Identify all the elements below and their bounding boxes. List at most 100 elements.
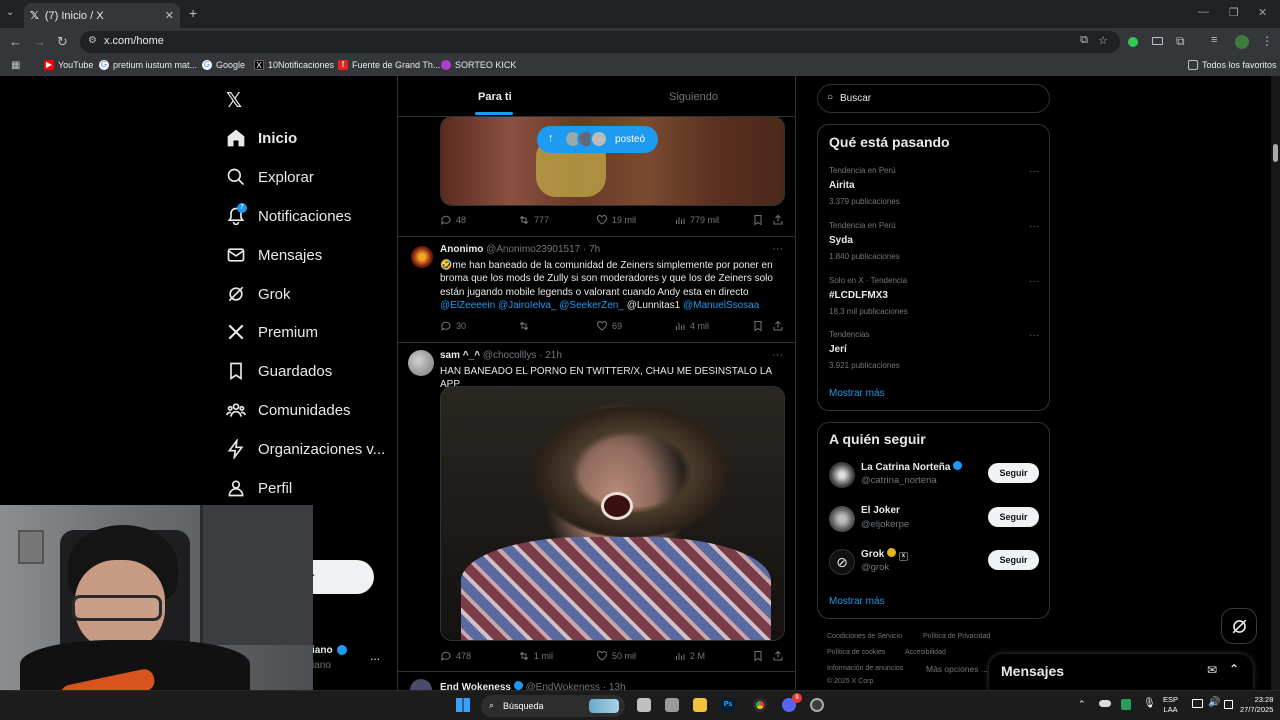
bookmark-button[interactable] [752, 214, 768, 226]
tab-for-you[interactable]: Para ti [478, 91, 512, 103]
show-more-follow-link[interactable]: Mostrar más [829, 596, 885, 607]
bookmark-button[interactable] [752, 320, 768, 332]
file-explorer-icon[interactable] [693, 698, 707, 712]
author-handle[interactable]: @EndWokeness [526, 682, 600, 690]
nav-home[interactable]: Inicio [226, 126, 297, 150]
author-name[interactable]: sam ^_^ [440, 350, 480, 361]
mention-link[interactable]: @JairoIelva_ [498, 300, 557, 311]
nav-communities[interactable]: Comunidades [226, 398, 351, 422]
trend-item[interactable]: Tendencia en Perú Syda 1.840 publicacion… [829, 221, 1039, 261]
account-more-icon[interactable]: ... [370, 649, 380, 663]
chrome-menu-icon[interactable]: ⋮ [1261, 34, 1273, 48]
onedrive-icon[interactable] [1099, 700, 1111, 707]
close-tab-icon[interactable]: ✕ [165, 9, 174, 22]
microphone-icon[interactable]: 🎙 [1143, 698, 1156, 709]
app-icon[interactable] [665, 698, 679, 712]
site-info-icon[interactable]: ⚙ [88, 35, 97, 46]
reload-icon[interactable]: ↻ [57, 34, 68, 50]
author-name[interactable]: End Wokeness [440, 682, 511, 690]
footer-ads-info-link[interactable]: Información de anuncios [827, 665, 903, 672]
author-handle[interactable]: @Anonimo23901517 [486, 244, 580, 255]
scrollbar-thumb[interactable] [1273, 144, 1278, 162]
post-more-icon[interactable]: ··· [772, 243, 783, 255]
mention-link[interactable]: @ElZeeeein [440, 300, 495, 311]
reply-button[interactable]: 478 [440, 650, 471, 662]
nav-messages[interactable]: Mensajes [226, 243, 322, 267]
language-indicator[interactable]: ESP LAA [1163, 695, 1178, 715]
trend-item[interactable]: Tendencia en Perú Airita 3.379 publicaci… [829, 166, 1039, 206]
reply-button[interactable]: 48 [440, 214, 466, 226]
url-input[interactable]: ⚙ x.com/home ⧉ ☆ [80, 31, 1120, 53]
profile-avatar[interactable] [1235, 35, 1249, 49]
post-time[interactable]: · 21h [539, 350, 562, 361]
trend-item[interactable]: Solo en X · Tendencia #LCDLFMX3 18,3 mil… [829, 276, 1039, 316]
app-icon[interactable] [810, 698, 824, 712]
nav-profile[interactable]: Perfil [226, 476, 292, 500]
discord-icon[interactable]: 9 [782, 693, 802, 712]
defender-icon[interactable] [1121, 699, 1131, 710]
nav-explore[interactable]: Explorar [226, 165, 314, 189]
extension-green-icon[interactable] [1128, 37, 1138, 47]
post-media[interactable] [440, 386, 785, 641]
views-button[interactable]: 4 mil [674, 320, 709, 332]
follow-button[interactable]: Seguir [988, 463, 1039, 483]
avatar[interactable] [829, 506, 855, 532]
bookmark-sorteo-kick[interactable]: SORTEO KICK [441, 60, 516, 70]
views-button[interactable]: 2 M [674, 650, 705, 662]
follow-button[interactable]: Seguir [988, 507, 1039, 527]
bookmark-youtube[interactable]: ▶ YouTube [44, 60, 93, 70]
mention-link[interactable]: @ManuelSsosaa [683, 300, 759, 311]
all-bookmarks[interactable]: Todos los favoritos [1188, 60, 1277, 70]
clock[interactable]: 23:28 27/7/2025 [1240, 695, 1273, 715]
repost-button[interactable]: 777 [518, 214, 549, 226]
author-name[interactable]: Anonimo [440, 244, 483, 255]
grok-avatar[interactable]: ⊘ [829, 549, 855, 575]
restore-icon[interactable]: ❐ [1229, 6, 1239, 19]
reply-button[interactable]: 30 [440, 320, 466, 332]
post-time[interactable]: · 7h [583, 244, 600, 255]
trend-more-icon[interactable]: ··· [1029, 166, 1039, 177]
windows-start-icon[interactable] [456, 698, 470, 712]
forward-icon[interactable]: → [33, 34, 46, 49]
share-button[interactable] [772, 320, 788, 332]
browser-tab[interactable]: 𝕏 (7) Inicio / X ✕ [24, 3, 180, 28]
expand-drawer-icon[interactable]: ⌃ [1229, 662, 1239, 676]
trend-more-icon[interactable]: ··· [1029, 330, 1039, 341]
avatar[interactable] [408, 350, 434, 376]
repost-button[interactable]: 1 mil [518, 650, 553, 662]
messages-drawer[interactable]: Mensajes ✉ ⌃ [989, 654, 1253, 690]
reading-list-icon[interactable]: ≡ [1211, 34, 1217, 46]
close-window-icon[interactable]: ✕ [1258, 6, 1267, 19]
post-more-icon[interactable]: ··· [772, 349, 783, 361]
nav-bookmarks[interactable]: Guardados [226, 359, 332, 383]
views-button[interactable]: 779 mil [674, 214, 719, 226]
minimize-icon[interactable]: — [1198, 6, 1209, 18]
tab-following[interactable]: Siguiendo [669, 91, 718, 103]
nav-organizations[interactable]: Organizaciones v... [226, 437, 385, 461]
trend-more-icon[interactable]: ··· [1029, 221, 1039, 232]
search-input[interactable]: ○ Buscar [817, 84, 1050, 113]
share-button[interactable] [772, 214, 788, 226]
tray-chevron-icon[interactable]: ⌃ [1078, 699, 1086, 710]
nav-grok[interactable]: Grok [226, 282, 291, 306]
battery-icon[interactable] [1224, 700, 1233, 709]
bookmark-button[interactable] [752, 650, 768, 662]
nav-notifications[interactable]: 7 Notificaciones [226, 203, 351, 228]
extensions-puzzle-icon[interactable]: ⧉ [1176, 34, 1185, 49]
new-posts-pill[interactable]: ↑ posteó [537, 126, 658, 153]
footer-terms-link[interactable]: Condiciones de Servicio [827, 633, 902, 640]
bookmark-fuente-gta[interactable]: f Fuente de Grand Th... [338, 60, 440, 70]
x-logo-icon[interactable]: 𝕏 [226, 88, 242, 113]
back-icon[interactable]: ← [9, 34, 22, 49]
new-tab-button[interactable]: + [189, 5, 197, 21]
grok-floating-button[interactable] [1221, 608, 1257, 644]
avatar[interactable] [411, 246, 433, 268]
avatar[interactable] [829, 462, 855, 488]
star-icon[interactable]: ☆ [1098, 34, 1108, 47]
apps-grid-icon[interactable]: ▦ [11, 60, 20, 71]
volume-icon[interactable]: 🔊 [1208, 697, 1220, 708]
new-message-icon[interactable]: ✉ [1207, 663, 1217, 677]
chrome-icon[interactable] [753, 698, 767, 712]
footer-accessibility-link[interactable]: Accesibilidad [905, 649, 946, 656]
follow-suggestion[interactable]: ⊘ Grok x @grok Seguir [829, 547, 1039, 577]
